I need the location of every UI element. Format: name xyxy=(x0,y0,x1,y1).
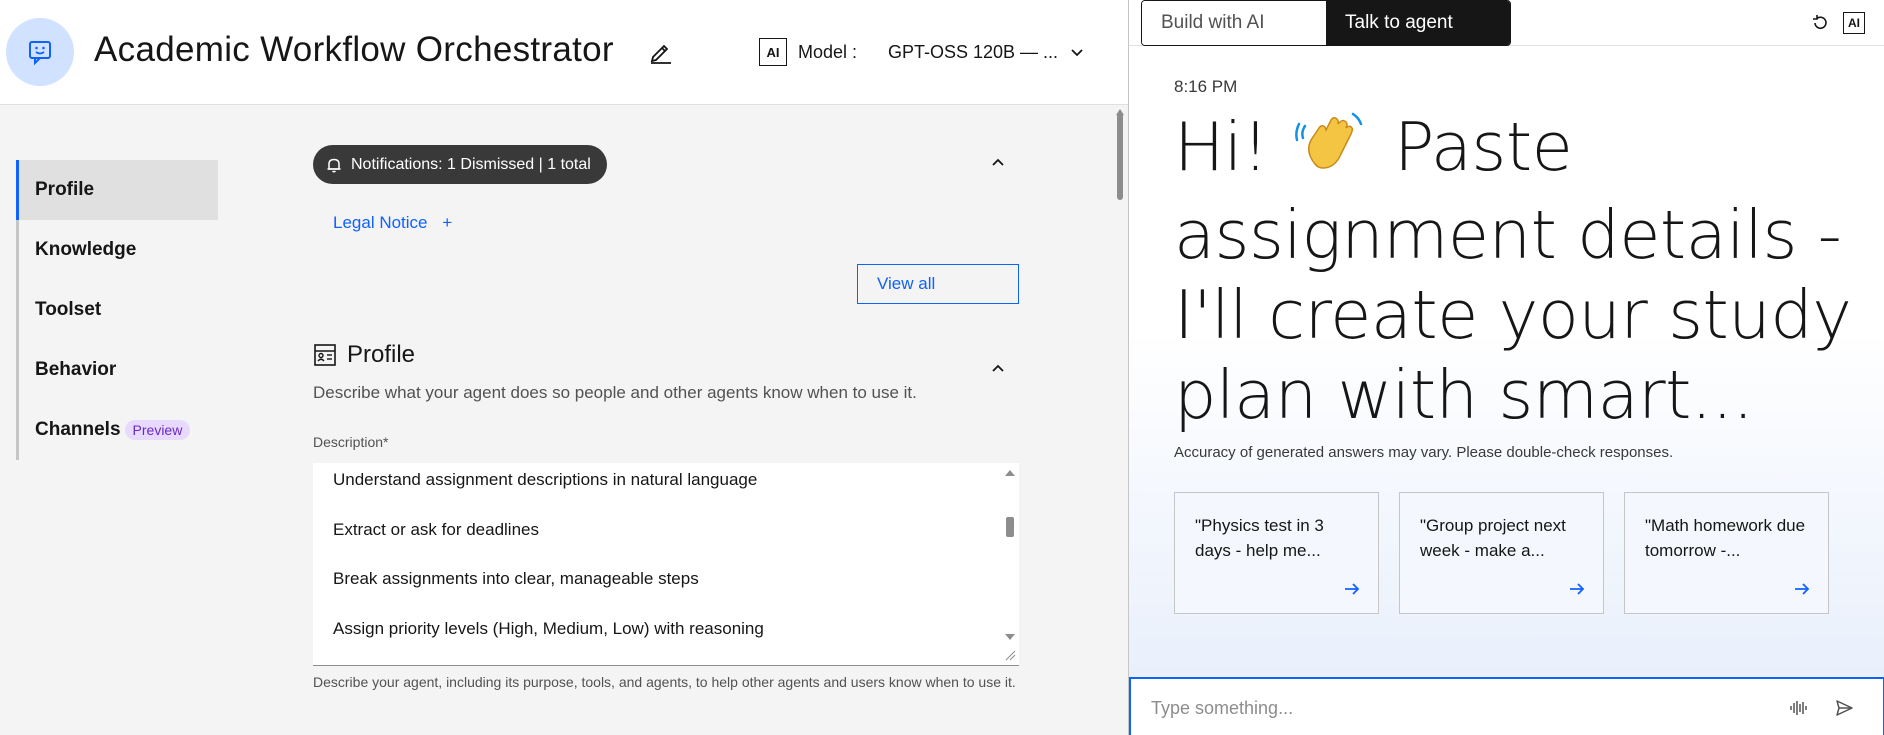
edit-title-button[interactable] xyxy=(645,36,677,68)
page-title: Academic Workflow Orchestrator xyxy=(94,30,614,69)
chevron-up-icon xyxy=(992,364,1004,372)
description-line: Assign priority levels (High, Medium, Lo… xyxy=(333,619,764,638)
chat-input[interactable] xyxy=(1151,695,1751,721)
chevron-down-icon xyxy=(1071,49,1083,57)
chevron-up-icon xyxy=(992,158,1004,166)
app-root: Academic Workflow Orchestrator AI Model … xyxy=(0,0,1884,735)
nav-item-behavior[interactable]: Behavior xyxy=(19,340,218,400)
send-button[interactable] xyxy=(1831,695,1857,721)
collapse-profile-button[interactable] xyxy=(984,355,1012,383)
editor-scrollbar[interactable] xyxy=(1116,106,1124,735)
greeting-message: Hi! Paste assignment details - I'll crea… xyxy=(1174,106,1854,435)
model-label: Model : xyxy=(798,42,858,62)
pencil-icon xyxy=(650,44,671,64)
ai-icon: AI xyxy=(759,38,787,66)
nav-item-label: Knowledge xyxy=(35,239,137,260)
greeting-body: Paste assignment details - I'll create y… xyxy=(1174,108,1852,434)
nav-active-indicator xyxy=(16,160,19,220)
description-line: Break assignments into clear, manageable… xyxy=(333,569,699,588)
chat-composer xyxy=(1129,677,1884,735)
chat-preview-pane: Build with AI Talk to agent AI 8:16 PM H… xyxy=(1128,0,1884,735)
profile-subtitle: Describe what your agent does so people … xyxy=(313,383,917,402)
nav-item-knowledge[interactable]: Knowledge xyxy=(19,220,218,280)
model-value: GPT-OSS 120B — ... xyxy=(888,41,1059,62)
scrollbar-graphic xyxy=(1005,470,1016,661)
suggestion-cards: "Physics test in 3 days - help me... "Gr… xyxy=(1174,492,1829,614)
bell-icon xyxy=(327,158,341,172)
notifications-text: Notifications: 1 Dismissed | 1 total xyxy=(351,155,591,173)
nav-item-channels[interactable]: Channels Preview xyxy=(19,400,218,460)
description-label: Description* xyxy=(313,434,389,450)
suggestion-text: "Math homework due tomorrow -... xyxy=(1645,516,1806,560)
nav-item-label: Toolset xyxy=(35,299,102,320)
suggestion-text: "Physics test in 3 days - help me... xyxy=(1195,516,1324,560)
view-all-button[interactable]: View all xyxy=(857,264,1019,304)
legal-notice-link[interactable]: Legal Notice + xyxy=(333,213,452,233)
mode-switcher: Build with AI Talk to agent xyxy=(1141,0,1511,46)
nav-item-profile[interactable]: Profile xyxy=(19,160,218,220)
tab-build-with-ai[interactable]: Build with AI xyxy=(1142,1,1326,45)
description-line: Extract or ask for deadlines xyxy=(333,520,539,539)
plus-icon: + xyxy=(442,213,453,232)
accuracy-disclaimer: Accuracy of generated answers may vary. … xyxy=(1174,444,1674,461)
nav-item-label: Profile xyxy=(35,179,95,200)
arrow-right-icon xyxy=(1345,583,1360,595)
reset-chat-button[interactable] xyxy=(1807,10,1833,36)
notifications-pill[interactable]: Notifications: 1 Dismissed | 1 total xyxy=(313,145,607,184)
suggestion-card[interactable]: "Math homework due tomorrow -... xyxy=(1624,492,1829,614)
profile-heading-text: Profile xyxy=(347,341,416,368)
arrow-right-icon xyxy=(1570,583,1585,595)
description-scrollbar[interactable] xyxy=(1003,467,1017,662)
greeting-hi: Hi! xyxy=(1174,108,1269,186)
send-icon xyxy=(1836,700,1853,716)
collapse-notifications-button[interactable] xyxy=(984,149,1012,177)
editor-header: Academic Workflow Orchestrator AI Model … xyxy=(0,0,1128,105)
ai-info-button[interactable]: AI xyxy=(1841,10,1867,36)
arrow-right-icon xyxy=(1795,583,1810,595)
description-helper-text: Describe your agent, including its purpo… xyxy=(313,674,1016,690)
suggestion-card[interactable]: "Physics test in 3 days - help me... xyxy=(1174,492,1379,614)
agent-editor-pane: Academic Workflow Orchestrator AI Model … xyxy=(0,0,1128,735)
model-dropdown[interactable]: GPT-OSS 120B — ... xyxy=(880,36,1090,68)
editor-scroll-thumb[interactable] xyxy=(1117,112,1123,200)
nav-item-label: Channels xyxy=(35,419,121,440)
suggestion-text: "Group project next week - make a... xyxy=(1420,516,1566,560)
description-line: Understand assignment descriptions in na… xyxy=(333,470,758,489)
profile-card-icon xyxy=(314,344,336,366)
nav-item-label: Behavior xyxy=(35,359,117,380)
description-textarea[interactable]: Understand assignment descriptions in na… xyxy=(313,463,1019,666)
microphone-waveform-icon xyxy=(1790,701,1807,715)
tab-talk-to-agent[interactable]: Talk to agent xyxy=(1326,1,1510,45)
legal-notice-label: Legal Notice xyxy=(333,213,428,232)
section-nav: Profile Knowledge Toolset Behavior Chann… xyxy=(16,160,218,460)
nav-item-toolset[interactable]: Toolset xyxy=(19,280,218,340)
message-timestamp: 8:16 PM xyxy=(1174,77,1238,96)
preview-tag: Preview xyxy=(124,420,191,440)
voice-input-button[interactable] xyxy=(1785,695,1811,721)
waving-hand-icon xyxy=(1295,106,1367,195)
profile-section-heading: Profile xyxy=(313,341,415,369)
suggestion-card[interactable]: "Group project next week - make a... xyxy=(1399,492,1604,614)
agent-avatar xyxy=(6,18,74,86)
restart-icon xyxy=(1813,15,1827,29)
chat-bot-icon xyxy=(29,41,51,66)
ai-icon: AI xyxy=(1843,12,1865,34)
chat-header: Build with AI Talk to agent AI xyxy=(1129,0,1884,46)
